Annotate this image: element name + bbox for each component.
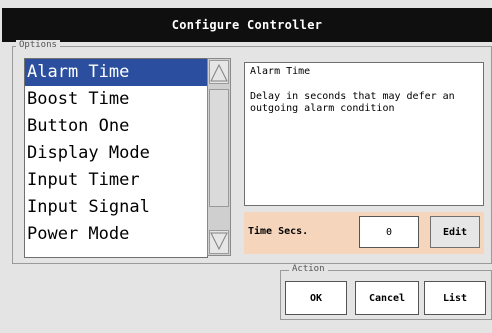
description-title: Alarm Time [250,66,311,77]
list-scrollbar[interactable] [207,58,231,256]
list-item-power-mode[interactable]: Power Mode [25,221,207,248]
edit-button[interactable]: Edit [430,216,480,248]
configure-controller-window: Configure Controller Options Alarm Time … [0,0,492,333]
time-secs-field[interactable]: 0 [359,216,419,248]
list-item-button-one[interactable]: Button One [25,113,207,140]
list-button[interactable]: List [424,281,486,315]
list-item-input-timer[interactable]: Input Timer [25,167,207,194]
scroll-thumb[interactable] [209,89,229,207]
triangle-down-icon [210,232,228,251]
options-list[interactable]: Alarm Time Boost Time Button One Display… [24,58,208,258]
action-legend: Action [289,264,328,275]
list-item-input-signal[interactable]: Input Signal [25,194,207,221]
time-secs-label: Time Secs. [248,226,309,237]
options-legend: Options [16,40,60,51]
list-item-boost-time[interactable]: Boost Time [25,86,207,113]
list-item-alarm-time[interactable]: Alarm Time [25,59,207,86]
description-panel: Alarm Time Delay in seconds that may def… [244,62,484,206]
list-item-display-mode[interactable]: Display Mode [25,140,207,167]
parameter-row: Time Secs. 0 Edit [244,212,484,254]
scroll-up-button[interactable] [209,60,229,84]
ok-button[interactable]: OK [285,281,347,315]
description-text: Delay in seconds that may defer an outgo… [250,91,455,114]
cancel-button[interactable]: Cancel [355,281,419,315]
scroll-down-button[interactable] [209,230,229,254]
window-title: Configure Controller [2,8,492,42]
triangle-up-icon [210,63,228,82]
